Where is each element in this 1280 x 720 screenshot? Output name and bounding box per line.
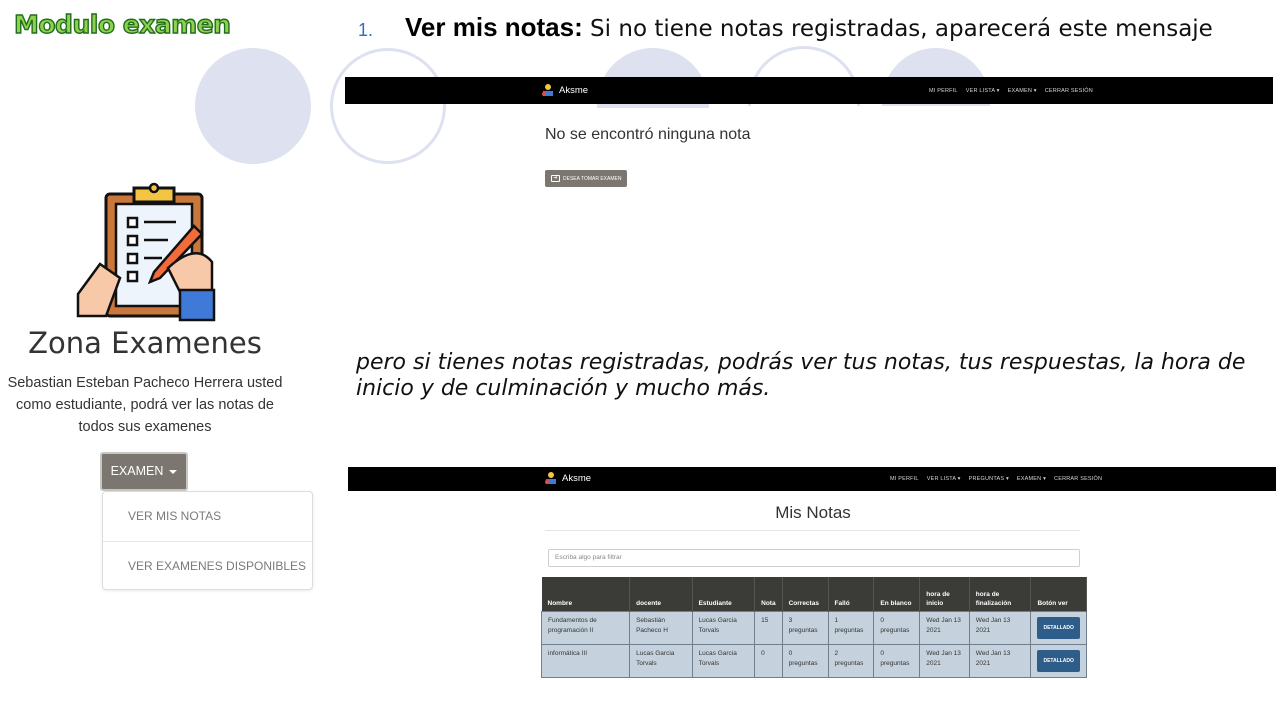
table-cell: Wed Jan 13 2021	[919, 643, 970, 678]
table-row: informática III Lucas Garcia Torvals Luc…	[540, 643, 1087, 678]
heading-bold: Ver mis notas:	[405, 12, 583, 42]
decor-circle	[195, 48, 311, 164]
column-header: Estudiante	[692, 577, 756, 611]
bottom-nav-mi-perfil[interactable]: MI PERFIL	[890, 476, 919, 482]
top-nav-examen[interactable]: EXAMEN ▾	[1008, 88, 1037, 94]
top-nav-ver-lista[interactable]: VER LISTA ▾	[966, 88, 1000, 94]
heading-text: Si no tiene notas registradas, aparecerá…	[582, 16, 1213, 42]
heading-number: 1.	[358, 20, 374, 40]
column-header: En blanco	[873, 577, 921, 611]
table-cell: DETALLADO	[1030, 643, 1087, 678]
table-cell: 2 preguntas	[827, 643, 875, 678]
table-cell: 0	[754, 643, 783, 678]
table-cell: 15	[754, 610, 783, 645]
top-brand-name: Aksme	[559, 84, 589, 96]
column-header: Botón ver	[1030, 577, 1087, 611]
column-header: hora de inicio	[919, 577, 970, 611]
top-nav-cerrar-sesion[interactable]: CERRAR SESIÓN	[1045, 88, 1093, 94]
table-cell: 1 preguntas	[827, 610, 875, 645]
no-notes-message: No se encontró ninguna nota	[545, 126, 751, 143]
column-header: hora de finalización	[969, 577, 1032, 611]
mis-notas-title: Mis Notas	[775, 503, 851, 522]
table-cell: 3 preguntas	[781, 610, 829, 645]
notes-table: Nombre docente Estudiante Nota Correctas…	[540, 577, 1087, 678]
table-cell: Wed Jan 13 2021	[919, 610, 970, 645]
top-brand[interactable]: Aksme	[541, 83, 588, 97]
bottom-brand[interactable]: Aksme	[544, 471, 591, 485]
arrow-right-icon: ➔	[551, 175, 560, 182]
column-header: Correctas	[782, 577, 829, 611]
bottom-nav-preguntas[interactable]: PREGUNTAS ▾	[969, 476, 1009, 482]
caret-down-icon	[169, 469, 178, 474]
table-cell: informática III	[540, 643, 631, 678]
explanation-text: pero si tienes notas registradas, podrás…	[356, 350, 1246, 401]
brand-logo-icon	[545, 472, 556, 484]
column-header: Falló	[828, 577, 875, 611]
column-header: docente	[629, 577, 693, 611]
table-row: Fundamentos de programación II Sebastián…	[540, 610, 1087, 645]
table-cell: Wed Jan 13 2021	[968, 643, 1032, 678]
table-cell: Wed Jan 13 2021	[968, 610, 1032, 645]
exam-dropdown-menu: VER MIS NOTAS VER EXAMENES DISPONIBLES	[102, 491, 313, 590]
exam-button-label: EXAMEN	[110, 464, 164, 478]
bottom-nav-examen[interactable]: EXAMEN ▾	[1017, 476, 1046, 482]
table-cell: 0 preguntas	[873, 610, 921, 645]
bottom-screenshot-navbar: Aksme MI PERFIL VER LISTA ▾ PREGUNTAS ▾ …	[348, 467, 1276, 491]
decor-circle	[330, 48, 446, 164]
table-cell: Sebastián Pacheco H	[629, 610, 693, 645]
detallado-button[interactable]: DETALLADO	[1037, 616, 1080, 639]
table-cell: 0 preguntas	[873, 643, 921, 678]
table-header-row: Nombre docente Estudiante Nota Correctas…	[541, 577, 1087, 611]
bottom-brand-name: Aksme	[562, 472, 592, 484]
filter-input[interactable]: Escriba algo para filtrar	[548, 549, 1080, 567]
clipboard-exam-icon	[76, 182, 216, 322]
slide-title: Modulo examen	[13, 9, 231, 39]
top-screenshot-navbar: Aksme MI PERFIL VER LISTA ▾ EXAMEN ▾ CER…	[345, 77, 1273, 104]
table-cell: Lucas Garcia Torvals	[691, 643, 756, 678]
menu-item-ver-examenes-disponibles[interactable]: VER EXAMENES DISPONIBLES	[103, 541, 312, 590]
column-header: Nota	[754, 577, 783, 611]
table-cell: DETALLADO	[1030, 610, 1087, 645]
section-heading: 1. Ver mis notas: Si no tiene notas regis…	[358, 12, 1213, 43]
zone-description: Sebastian Esteban Pacheco Herrera usted …	[7, 375, 283, 435]
bottom-nav-cerrar-sesion[interactable]: CERRAR SESIÓN	[1054, 476, 1102, 482]
column-header: Nombre	[541, 577, 631, 611]
detallado-button[interactable]: DETALLADO	[1037, 649, 1080, 672]
table-cell: Fundamentos de programación II	[540, 610, 631, 645]
table-cell: Lucas Garcia Torvals	[691, 610, 756, 645]
table-cell: Lucas Garcia Torvals	[629, 643, 693, 678]
divider	[545, 530, 1080, 531]
brand-logo-icon	[542, 84, 553, 96]
bottom-nav-links: MI PERFIL VER LISTA ▾ PREGUNTAS ▾ EXAMEN…	[890, 476, 1102, 482]
take-exam-button[interactable]: ➔ DESEA TOMAR EXAMEN	[545, 170, 627, 187]
top-nav-links: MI PERFIL VER LISTA ▾ EXAMEN ▾ CERRAR SE…	[929, 88, 1093, 94]
menu-item-ver-mis-notas[interactable]: VER MIS NOTAS	[103, 492, 312, 541]
exam-dropdown-button[interactable]: EXAMEN	[100, 452, 188, 491]
table-cell: 0 preguntas	[781, 643, 829, 678]
bottom-nav-ver-lista[interactable]: VER LISTA ▾	[927, 476, 961, 482]
take-exam-label: DESEA TOMAR EXAMEN	[563, 175, 622, 182]
zone-title: Zona Examenes	[28, 326, 262, 360]
top-nav-mi-perfil[interactable]: MI PERFIL	[929, 88, 958, 94]
